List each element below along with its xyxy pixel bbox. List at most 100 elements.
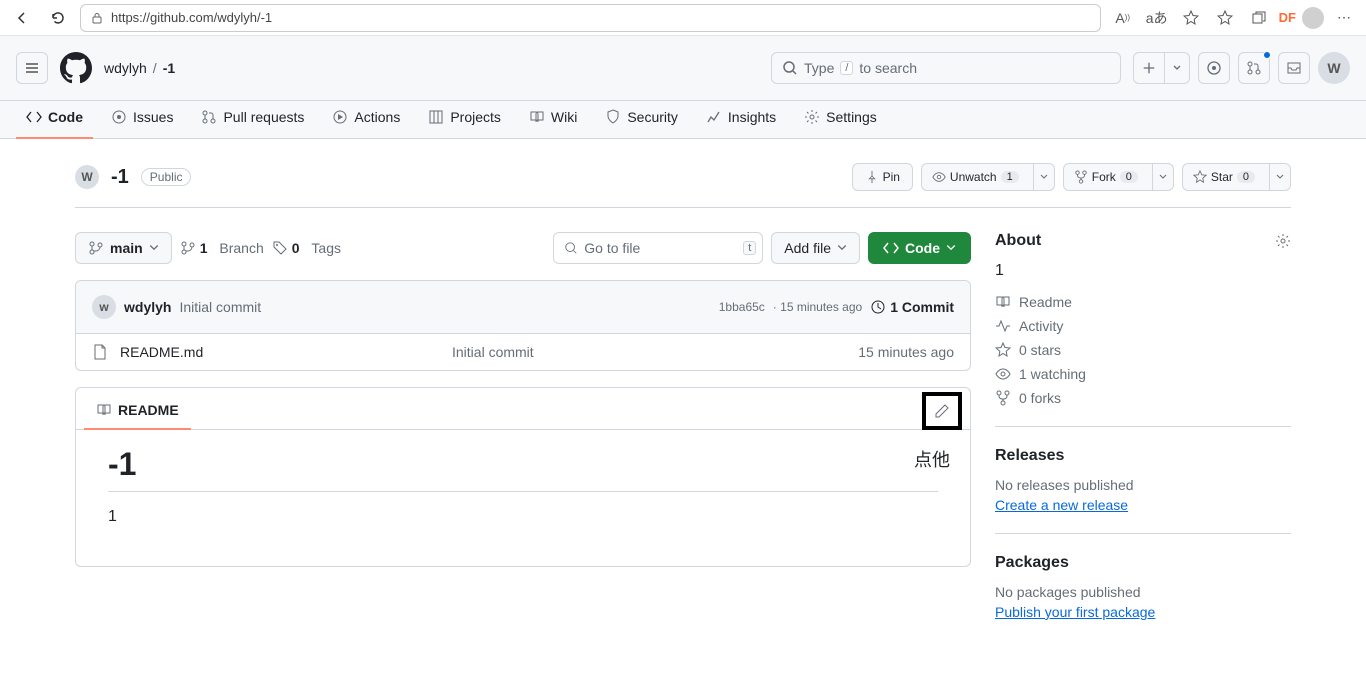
inbox-button[interactable] [1278, 52, 1310, 84]
tab-issues-label: Issues [133, 109, 173, 125]
pencil-icon [934, 403, 950, 419]
fork-button[interactable]: Fork0 [1063, 163, 1174, 191]
tab-pulls[interactable]: Pull requests [191, 101, 314, 139]
user-avatar[interactable]: W [1318, 52, 1350, 84]
inbox-icon [1286, 60, 1302, 76]
pin-icon [865, 170, 879, 184]
search-suffix: to search [859, 60, 917, 76]
watching-link[interactable]: 1 watching [995, 366, 1291, 382]
breadcrumb-owner[interactable]: wdylyh [104, 60, 147, 76]
tab-wiki-label: Wiki [551, 109, 577, 125]
lock-icon [91, 12, 103, 24]
pin-button[interactable]: Pin [852, 163, 913, 191]
stars-link[interactable]: 0 stars [995, 342, 1291, 358]
file-list: w wdylyh Initial commit 1bba65c · 15 min… [75, 280, 971, 371]
search-icon [782, 60, 798, 76]
favorites-icon[interactable] [1211, 4, 1239, 32]
readme-tab[interactable]: README [84, 392, 191, 430]
tab-code[interactable]: Code [16, 101, 93, 139]
branch-icon [88, 240, 104, 256]
book-icon [995, 294, 1011, 310]
code-button[interactable]: Code [868, 232, 971, 264]
tab-settings[interactable]: Settings [794, 101, 887, 139]
caret-down-icon [1276, 173, 1284, 181]
commit-sha[interactable]: 1bba65c [719, 300, 765, 314]
commit-author[interactable]: wdylyh [124, 299, 171, 315]
forks-link[interactable]: 0 forks [995, 390, 1291, 406]
create-release-link[interactable]: Create a new release [995, 497, 1128, 513]
tab-actions[interactable]: Actions [322, 101, 410, 139]
file-icon [92, 344, 108, 360]
collections-icon[interactable] [1245, 4, 1273, 32]
search-input[interactable]: Type / to search [771, 52, 1121, 84]
add-file-button[interactable]: Add file [771, 232, 860, 264]
tab-issues[interactable]: Issues [101, 101, 183, 139]
tag-icon [272, 240, 288, 256]
fork-icon [1074, 170, 1088, 184]
browser-back[interactable] [8, 4, 36, 32]
commits-link[interactable]: 1 Commit [870, 299, 954, 315]
url-bar[interactable]: https://github.com/wdylyh/-1 [80, 4, 1101, 32]
read-aloud-icon[interactable]: A)) [1109, 4, 1137, 32]
go-to-file-input[interactable]: Go to filet [553, 232, 763, 264]
tab-wiki[interactable]: Wiki [519, 101, 587, 139]
tags-link[interactable]: 0 Tags [272, 240, 341, 256]
branch-icon [180, 240, 196, 256]
hamburger-menu[interactable] [16, 52, 48, 84]
tab-insights-label: Insights [728, 109, 776, 125]
readme-link[interactable]: Readme [995, 294, 1291, 310]
tags-count: 0 [292, 240, 300, 256]
tab-security[interactable]: Security [595, 101, 688, 139]
activity-link[interactable]: Activity [995, 318, 1291, 334]
readme-box: README 点他 -1 1 [75, 387, 971, 567]
tab-code-label: Code [48, 109, 83, 125]
branches-count: 1 [200, 240, 208, 256]
search-key: / [840, 61, 853, 75]
watch-button[interactable]: Unwatch1 [921, 163, 1055, 191]
issues-button[interactable] [1198, 52, 1230, 84]
code-icon [883, 240, 899, 256]
pulls-button[interactable] [1238, 52, 1270, 84]
branch-switcher[interactable]: main [75, 232, 172, 264]
breadcrumb-sep: / [153, 60, 157, 76]
file-commit-msg[interactable]: Initial commit [452, 344, 846, 360]
caret-down-icon [1040, 173, 1048, 181]
translate-icon[interactable]: aあ [1143, 4, 1171, 32]
edit-readme-button[interactable] [922, 392, 962, 430]
file-name[interactable]: README.md [120, 344, 440, 360]
releases-title: Releases [995, 447, 1064, 465]
gear-icon[interactable] [1275, 233, 1291, 249]
branches-link[interactable]: 1 Branch [180, 240, 264, 256]
create-new-button[interactable] [1133, 52, 1190, 84]
about-section: About 1 Readme Activity 0 stars 1 watchi… [995, 232, 1291, 427]
tab-actions-label: Actions [354, 109, 400, 125]
breadcrumb-repo[interactable]: -1 [163, 60, 175, 76]
readme-h1: -1 [108, 446, 938, 492]
tab-security-label: Security [627, 109, 678, 125]
star-icon [995, 342, 1011, 358]
browser-profile[interactable] [1302, 7, 1324, 29]
star-add-icon[interactable] [1177, 4, 1205, 32]
commit-relative-time: · 15 minutes ago [773, 300, 862, 314]
latest-commit[interactable]: w wdylyh Initial commit 1bba65c · 15 min… [76, 281, 970, 334]
star-count: 0 [1237, 171, 1255, 183]
github-logo[interactable] [60, 52, 92, 84]
tab-pulls-label: Pull requests [223, 109, 304, 125]
publish-package-link[interactable]: Publish your first package [995, 604, 1155, 620]
branch-name: main [110, 240, 143, 256]
star-button[interactable]: Star0 [1182, 163, 1291, 191]
browser-toolbar: https://github.com/wdylyh/-1 A)) aあ DF ⋯ [0, 0, 1366, 36]
browser-refresh[interactable] [44, 4, 72, 32]
browser-menu[interactable]: ⋯ [1330, 4, 1358, 32]
tab-projects[interactable]: Projects [418, 101, 511, 139]
addfile-label: Add file [784, 240, 831, 256]
commit-message[interactable]: Initial commit [179, 299, 261, 315]
tab-insights[interactable]: Insights [696, 101, 786, 139]
history-icon [870, 299, 886, 315]
watch-label: Unwatch [950, 170, 997, 184]
file-row[interactable]: README.md Initial commit 15 minutes ago [76, 334, 970, 370]
repo-name: -1 [111, 166, 129, 189]
about-title: About [995, 232, 1041, 250]
releases-section: Releases No releases published Create a … [995, 447, 1291, 534]
visibility-badge: Public [141, 168, 192, 186]
